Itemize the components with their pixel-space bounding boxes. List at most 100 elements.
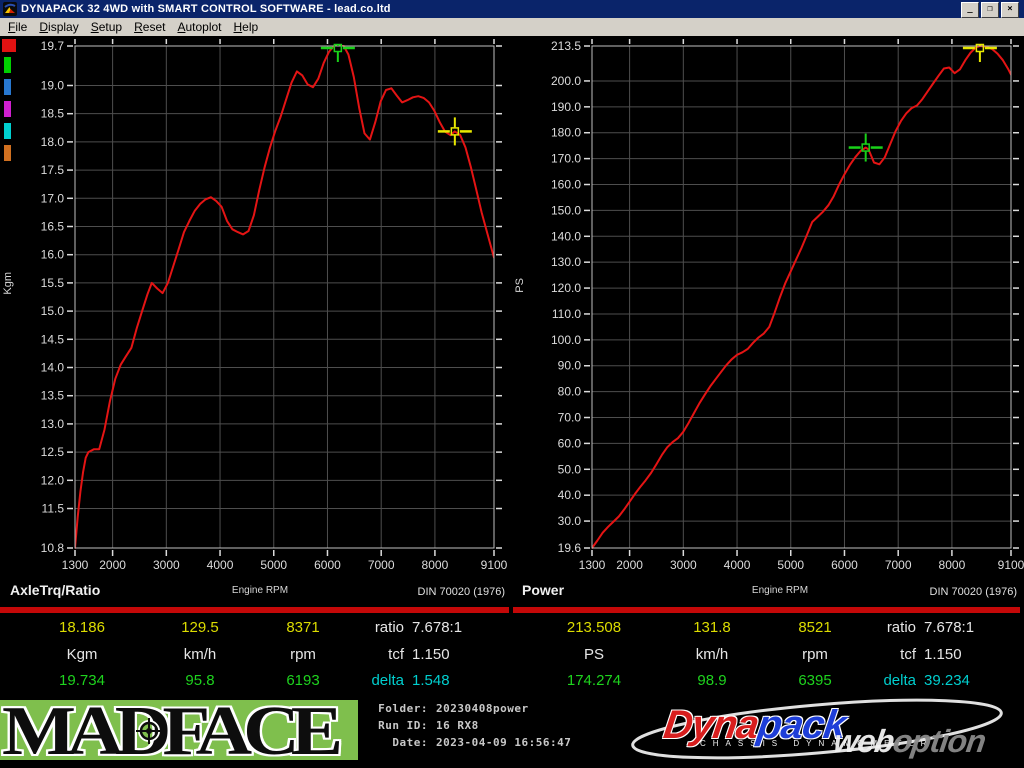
x-tick-label: 2000 <box>616 558 643 572</box>
power-chart-plot[interactable]: 213.5 200.0 190.0 180.0 170.0 160.0 150.0 140.0… <box>512 36 1024 607</box>
y-tick-label: 16.0 <box>41 248 65 262</box>
power-y-axis-label: PS <box>514 278 526 293</box>
x-tick-label: 9100 <box>481 558 508 572</box>
date-label: Date: <box>392 736 428 749</box>
menu-item-file[interactable]: File <box>2 19 33 35</box>
readout-value: 95.8 <box>185 672 215 689</box>
x-tick-label: 2000 <box>99 558 126 572</box>
menu-item-help[interactable]: Help <box>228 19 265 35</box>
readout-extra-value: 7.678:1 <box>924 619 975 636</box>
separator-bar-right <box>513 607 1020 613</box>
y-tick-label: 50.0 <box>558 462 582 476</box>
app-icon <box>3 2 17 16</box>
x-tick-label: 7000 <box>368 558 395 572</box>
menu-bar: File Display Setup Reset Autoplot Help <box>0 18 1024 36</box>
readout-extra-value: 7.678:1 <box>412 619 463 636</box>
readout-value: rpm <box>290 646 316 663</box>
run-id-label: Run ID: <box>378 719 428 732</box>
y-tick-label: 70.0 <box>558 411 582 425</box>
readout-extra-value: 1.150 <box>924 646 962 663</box>
torque-curve <box>75 45 494 549</box>
x-tick-label: 3000 <box>153 558 180 572</box>
power-readout-panel: 213.508 131.8 8521 ratio 7.678:1 PS km/h rpm tcf… <box>512 615 1024 695</box>
readout-value: 8371 <box>286 619 320 636</box>
y-tick-label: 17.0 <box>41 191 65 205</box>
run-info-block: Folder: 20230408power Run ID: 16 RX8 Date:… <box>362 702 618 753</box>
x-tick-label: 1300 <box>62 558 89 572</box>
torque-chart-plot[interactable]: 19.7 19.0 18.5 18.0 17.5 17.0 16.5 16.0 15.5 15.0… <box>0 36 512 607</box>
folder-value: 20230408power <box>436 702 529 715</box>
x-tick-label: 3000 <box>670 558 697 572</box>
y-tick-label: 40.0 <box>558 488 582 502</box>
plot-border <box>591 45 1012 549</box>
y-tick-label: 15.0 <box>41 304 65 318</box>
torque-x-axis-label: Engine RPM <box>231 585 289 596</box>
y-tick-label: 14.0 <box>41 361 65 375</box>
y-tick-label: 18.5 <box>41 107 65 121</box>
date-value: 2023-04-09 16:56:47 <box>436 736 572 749</box>
x-tick-label: 5000 <box>777 558 804 572</box>
menu-item-reset[interactable]: Reset <box>128 19 171 35</box>
readout-value: 8521 <box>798 619 832 636</box>
close-button[interactable]: × <box>1001 2 1019 18</box>
y-tick-label: 10.8 <box>41 541 65 555</box>
readout-extra-label: delta <box>371 672 404 689</box>
readout-value: 131.8 <box>693 619 731 636</box>
y-tick-label: 11.5 <box>42 502 65 516</box>
weboption-watermark: weboption <box>831 723 988 760</box>
readout-row: Kgm km/h rpm tcf 1.150 <box>0 646 512 666</box>
readout-value: 129.5 <box>181 619 219 636</box>
x-tick-label: 4000 <box>724 558 751 572</box>
watermark-option: option <box>890 723 988 759</box>
readout-value: Kgm <box>66 646 98 663</box>
readout-extra-label: ratio <box>886 619 916 636</box>
minimize-button[interactable]: _ <box>961 2 979 18</box>
crosshair-icon <box>136 718 162 744</box>
dynapack-text-dyna: Dyna <box>660 703 761 747</box>
readout-value: 18.186 <box>59 619 105 636</box>
menu-item-setup[interactable]: Setup <box>85 19 128 35</box>
folder-label: Folder: <box>378 702 428 715</box>
app-window: DYNAPACK 32 4WD with SMART CONTROL SOFTW… <box>0 0 1024 768</box>
readout-value: PS <box>583 646 604 663</box>
y-tick-label: 19.6 <box>558 541 582 555</box>
menu-item-display[interactable]: Display <box>33 19 84 35</box>
watermark-web: web <box>831 723 896 759</box>
x-tick-label: 1300 <box>579 558 606 572</box>
dynapack-logo-text: Dynapack <box>661 703 848 748</box>
torque-y-axis-label: Kgm <box>2 272 14 295</box>
y-tick-label: 19.0 <box>41 78 65 92</box>
restore-button[interactable]: ❐ <box>981 2 999 18</box>
y-tick-label: 213.5 <box>551 39 581 53</box>
y-tick-label: 13.5 <box>41 389 65 403</box>
y-tick-label: 190.0 <box>551 100 581 114</box>
y-tick-label: 12.5 <box>41 445 65 459</box>
readout-value: 213.508 <box>566 619 622 636</box>
madface-logo-text: MADFACE <box>2 700 343 760</box>
x-tick-label: 9100 <box>998 558 1024 572</box>
readout-row: 213.508 131.8 8521 ratio 7.678:1 <box>512 619 1024 639</box>
y-tick-label: 16.5 <box>41 219 65 233</box>
y-tick-label: 170.0 <box>551 152 581 166</box>
y-tick-label: 14.5 <box>41 332 65 346</box>
y-tick-label: 17.5 <box>41 163 65 177</box>
x-tick-label: 6000 <box>831 558 858 572</box>
readout-extra-label: tcf <box>900 646 916 663</box>
menu-item-autoplot[interactable]: Autoplot <box>171 19 227 35</box>
y-tick-label: 18.0 <box>41 135 65 149</box>
readout-value: rpm <box>802 646 828 663</box>
power-curve <box>592 45 1011 549</box>
window-title: DYNAPACK 32 4WD with SMART CONTROL SOFTW… <box>21 3 391 15</box>
y-tick-label: 15.5 <box>41 276 65 290</box>
madface-logo: MADFACE <box>0 700 358 760</box>
readout-row: PS km/h rpm tcf 1.150 <box>512 646 1024 666</box>
y-tick-label: 160.0 <box>551 178 581 192</box>
y-tick-label: 19.7 <box>41 39 65 53</box>
torque-readout-panel: 18.186 129.5 8371 ratio 7.678:1 Kgm km/h rpm tcf… <box>0 615 512 695</box>
separator-bar-left <box>0 607 509 613</box>
readout-extra-value: 39.234 <box>924 672 970 689</box>
window-controls: _ ❐ × <box>961 2 1019 18</box>
y-tick-label: 60.0 <box>558 436 582 450</box>
readout-row: 19.734 95.8 6193 delta 1.548 <box>0 672 512 692</box>
readout-extra-value: 1.548 <box>412 672 450 689</box>
